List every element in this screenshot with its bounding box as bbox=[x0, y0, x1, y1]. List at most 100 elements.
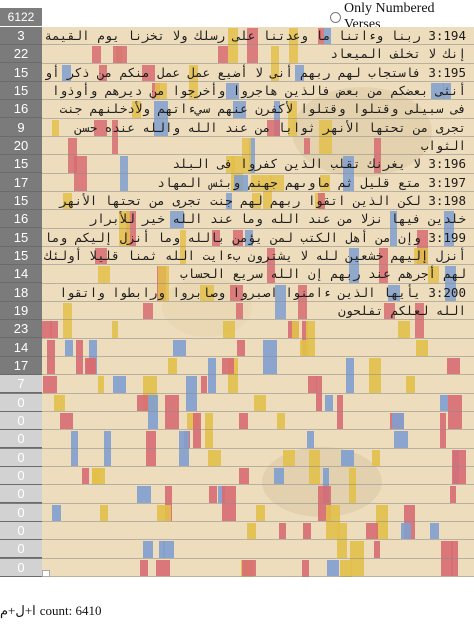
verse-line: أنزل إليهم خشعين لله لا يشترون بءايت الل… bbox=[44, 247, 466, 263]
gutter-count: 16 bbox=[0, 100, 42, 119]
gutter-count: 0 bbox=[0, 466, 42, 485]
row-divider bbox=[42, 539, 474, 541]
verse-line: 3:197 متع قليل ثم ماوىهم جهنم وبئس المها… bbox=[157, 174, 466, 190]
highlight-bar bbox=[223, 321, 235, 338]
highlight-bar bbox=[450, 486, 456, 503]
verse-viewer: 3 22 15 15 16 9 20 15 17 15 16 15 15 14 18 19 23 14 17 7 0 0 0… bbox=[0, 27, 474, 577]
highlight-bar bbox=[209, 486, 217, 503]
row-divider bbox=[42, 337, 474, 339]
highlight-bar bbox=[406, 376, 415, 393]
highlight-bar bbox=[222, 486, 236, 521]
resize-handle[interactable] bbox=[42, 570, 50, 577]
status-footer: ا+ل+م count: 6410 bbox=[0, 603, 102, 619]
highlight-bar bbox=[302, 559, 309, 577]
highlight-bar bbox=[304, 137, 310, 155]
gutter-count: 16 bbox=[0, 210, 42, 229]
highlight-bar bbox=[346, 357, 354, 393]
gutter-count: 0 bbox=[0, 411, 42, 430]
gutter-count: 15 bbox=[0, 155, 42, 174]
highlight-bar bbox=[242, 559, 256, 576]
radio-icon[interactable] bbox=[330, 11, 341, 23]
letters-label: ا+ل+م bbox=[0, 603, 36, 618]
gutter-count: 18 bbox=[0, 284, 42, 302]
highlight-bar bbox=[303, 522, 311, 540]
verse-line: 3:199 وإن من أهل الكتب لمن يؤمن بالله وم… bbox=[44, 229, 466, 245]
highlight-bar bbox=[274, 467, 284, 485]
highlight-bar bbox=[113, 376, 126, 393]
verse-line: الثواب bbox=[420, 137, 466, 153]
highlight-bar bbox=[392, 412, 404, 430]
highlight-bar bbox=[98, 266, 110, 283]
highlight-bar bbox=[85, 357, 95, 375]
app-window: 6122 Only Numbered Verses 3 22 15 15 16 9 20 15… bbox=[0, 0, 474, 630]
highlight-bar bbox=[374, 541, 380, 558]
highlight-bar bbox=[340, 559, 352, 577]
highlight-bar bbox=[416, 339, 428, 356]
row-divider bbox=[42, 465, 474, 467]
gutter-count: 15 bbox=[0, 229, 42, 247]
highlight-bar bbox=[63, 302, 72, 338]
highlight-bar bbox=[366, 522, 378, 540]
highlight-bar bbox=[165, 394, 179, 430]
highlight-bar bbox=[337, 394, 343, 430]
highlight-bar bbox=[341, 449, 354, 466]
highlight-bar bbox=[263, 339, 277, 375]
verse-line: خلدين فيها نزلا من عند الله وما عند الله… bbox=[89, 211, 466, 227]
row-divider bbox=[42, 575, 474, 577]
highlight-bar bbox=[143, 302, 153, 320]
verse-line: 3:200 يأيها الذين ءامنوا اصبروا وصابروا … bbox=[59, 284, 466, 300]
highlight-bar bbox=[394, 431, 408, 448]
highlight-bar bbox=[369, 357, 381, 393]
gutter-count: 15 bbox=[0, 64, 42, 82]
gutter-count: 15 bbox=[0, 247, 42, 265]
highlight-bar bbox=[82, 467, 89, 485]
row-divider bbox=[42, 429, 474, 431]
highlight-bar bbox=[208, 357, 216, 393]
highlight-bar bbox=[201, 376, 207, 393]
highlight-bar bbox=[54, 394, 65, 411]
gutter-count: 0 bbox=[0, 485, 42, 504]
highlight-bar bbox=[143, 541, 153, 558]
highlight-bar bbox=[254, 394, 266, 411]
highlight-bar bbox=[300, 339, 309, 356]
only-numbered-verses-toggle[interactable]: Only Numbered Verses bbox=[330, 1, 474, 32]
highlight-bar bbox=[283, 449, 295, 466]
highlight-bar bbox=[239, 412, 248, 430]
verse-line: 3:198 لكن الذين اتقوا ربهم لهم جنت تجرى … bbox=[59, 192, 466, 208]
row-divider bbox=[42, 520, 474, 522]
highlight-bar bbox=[43, 376, 57, 393]
highlight-bar bbox=[237, 339, 245, 356]
highlight-bar bbox=[92, 467, 100, 485]
gutter-count: 19 bbox=[0, 302, 42, 320]
highlight-bar bbox=[60, 412, 73, 430]
highlight-bar bbox=[76, 339, 83, 375]
verse-line: أنثى بعضكم من بعض فالذين هاجروا وأخرجوا … bbox=[52, 82, 466, 98]
highlight-bar bbox=[236, 302, 243, 320]
highlight-bar bbox=[398, 321, 410, 338]
highlight-bar bbox=[100, 504, 108, 521]
highlight-bar bbox=[156, 559, 170, 576]
gutter-count: 15 bbox=[0, 192, 42, 210]
row-divider bbox=[42, 392, 474, 394]
highlight-bar bbox=[452, 449, 466, 485]
gutter-count: 0 bbox=[0, 540, 42, 559]
highlight-bar bbox=[148, 394, 158, 430]
highlight-bar bbox=[205, 412, 213, 448]
highlight-bar bbox=[337, 522, 347, 558]
highlight-bar bbox=[208, 449, 221, 466]
row-divider bbox=[42, 557, 474, 559]
highlight-bar bbox=[316, 376, 322, 411]
highlight-bar bbox=[71, 431, 78, 466]
highlight-bar bbox=[168, 357, 177, 375]
highlight-bar bbox=[47, 339, 55, 375]
gutter-count: 3 bbox=[0, 27, 42, 45]
highlight-bar bbox=[112, 321, 118, 338]
row-divider bbox=[42, 484, 474, 486]
highlight-bar bbox=[193, 412, 201, 448]
highlight-bar bbox=[186, 376, 197, 411]
highlight-bar bbox=[218, 46, 228, 63]
total-count-badge: 6122 bbox=[0, 8, 42, 26]
highlight-bar bbox=[179, 431, 189, 466]
verse-line: الله لعلكم تفلحون bbox=[338, 302, 466, 318]
highlight-bar bbox=[447, 357, 460, 375]
